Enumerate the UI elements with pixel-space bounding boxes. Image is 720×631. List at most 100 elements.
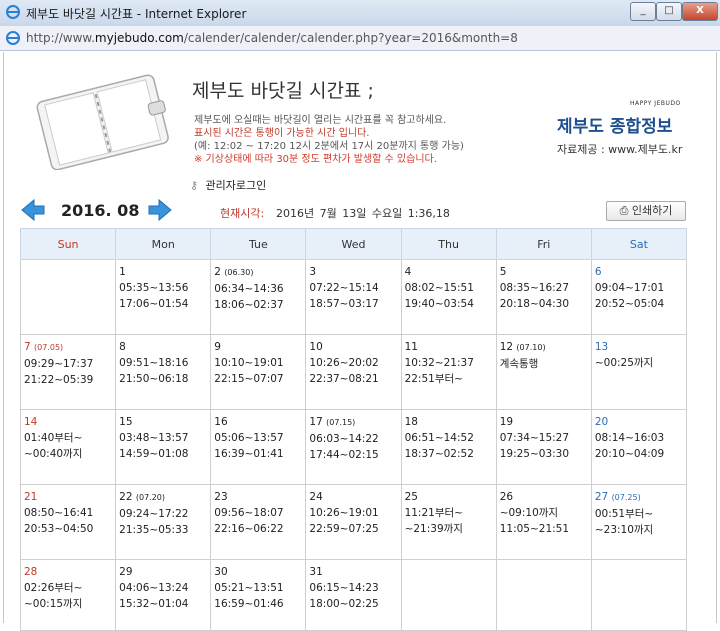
day-number-value: 2 <box>214 266 221 278</box>
day-number-value: 28 <box>24 566 38 578</box>
print-button[interactable]: ⎙ 인쇄하기 <box>606 201 686 221</box>
prev-month-arrow-icon[interactable] <box>20 198 46 222</box>
tide-calendar: Sun Mon Tue Wed Thu Fri Sat 1 05:35~13:56… <box>19 228 688 631</box>
day-number-value: 4 <box>404 266 412 278</box>
passage-time: ~00:40까지 <box>24 448 83 460</box>
calendar-day-cell: 6 09:04~17:01 20:52~05:04 <box>590 259 688 335</box>
calendar-day-cell <box>495 559 592 631</box>
page-title: 제부도 바닷길 시간표 ; <box>192 80 374 102</box>
brand-logo-text[interactable]: 제부도 종합정보 <box>557 112 672 137</box>
lunar-date: (07.25) <box>611 493 641 502</box>
maximize-button[interactable]: □ <box>656 2 682 21</box>
passage-time: 06:51~14:52 <box>404 432 474 444</box>
close-button[interactable]: X <box>682 2 718 21</box>
passage-time: 03:48~13:57 <box>119 432 189 444</box>
passage-time: 00:51부터~ <box>594 508 654 520</box>
calendar-week-row: 14 01:40부터~ ~00:40까지 15 03:48~13:57 14:59~01:… <box>19 409 688 485</box>
passage-time: 22:37~08:21 <box>309 373 379 385</box>
passage-time: ~00:15까지 <box>24 598 83 610</box>
passage-time: 10:10~19:01 <box>214 357 284 369</box>
calendar-day-cell: 26 ~09:10까지 11:05~21:51 <box>495 484 592 560</box>
passage-time: 09:24~17:22 <box>119 508 189 520</box>
day-number: 8 <box>119 339 207 355</box>
passage-time: 18:06~02:37 <box>214 299 284 311</box>
calendar-day-cell: 10 10:26~20:02 22:37~08:21 <box>305 334 402 410</box>
current-month: 2016. 08 <box>61 201 140 220</box>
passage-time: 18:57~03:17 <box>309 298 379 310</box>
calendar-day-cell: 19 07:34~15:27 19:25~03:30 <box>495 409 592 485</box>
calendar-day-cell: 27 (07.25) 00:51부터~ ~23:10까지 <box>590 484 688 560</box>
day-number-value: 31 <box>309 566 323 578</box>
minimize-button[interactable]: _ <box>630 2 656 21</box>
day-number-value: 21 <box>24 491 38 503</box>
calendar-day-cell: 18 06:51~14:52 18:37~02:52 <box>400 409 497 485</box>
passage-time: 17:06~01:54 <box>119 298 189 310</box>
weekday-wed: Wed <box>305 228 402 260</box>
weekday-mon: Mon <box>115 228 212 260</box>
passage-time: ~21:39까지 <box>404 523 463 535</box>
passage-time: 10:26~19:01 <box>309 507 379 519</box>
day-number: 30 <box>214 564 302 580</box>
calendar-day-cell: 20 08:14~16:03 20:10~04:09 <box>590 409 688 485</box>
passage-time: 19:25~03:30 <box>499 448 570 460</box>
url-text[interactable]: http://www.myjebudo.com/calender/calende… <box>26 31 518 45</box>
day-number-value: 25 <box>404 491 418 503</box>
day-number: 10 <box>309 339 397 355</box>
passage-time: ~09:10까지 <box>499 507 559 519</box>
day-number-value: 11 <box>404 341 418 353</box>
passage-time: 14:59~01:08 <box>119 448 189 460</box>
passage-time: 09:29~17:37 <box>24 358 94 370</box>
day-number-value: 22 <box>119 491 133 503</box>
calendar-day-cell <box>19 259 117 335</box>
calendar-day-cell: 30 05:21~13:51 16:59~01:46 <box>210 559 307 631</box>
weekday-fri: Fri <box>495 228 592 260</box>
day-number: 23 <box>214 489 302 505</box>
day-number-value: 24 <box>309 491 323 503</box>
data-credit: 자료제공 : www.제부도.kr <box>557 143 683 156</box>
calendar-day-cell: 4 08:02~15:51 19:40~03:54 <box>400 259 497 335</box>
passage-time: 09:51~18:16 <box>119 357 189 369</box>
passage-time: 20:10~04:09 <box>594 448 665 460</box>
passage-time: 08:50~16:41 <box>24 507 94 519</box>
day-number-value: 18 <box>404 416 418 428</box>
calendar-day-cell <box>400 559 497 631</box>
day-number: 7 (07.05) <box>24 339 112 356</box>
passage-time: 11:21부터~ <box>404 507 463 519</box>
day-number: 18 <box>405 414 493 430</box>
calendar-day-cell: 15 03:48~13:57 14:59~01:08 <box>115 409 212 485</box>
day-number: 3 <box>309 264 397 280</box>
day-number: 24 <box>309 489 397 505</box>
lunar-date: (07.10) <box>516 343 546 352</box>
passage-time: 05:06~13:57 <box>214 432 284 444</box>
day-number: 6 <box>595 264 683 280</box>
day-number-value: 14 <box>24 416 38 428</box>
passage-time: 22:51부터~ <box>404 373 463 385</box>
passage-time: 22:59~07:25 <box>309 523 379 535</box>
day-number: 21 <box>24 489 112 505</box>
calendar-week-row: 28 02:26부터~ ~00:15까지 29 04:06~13:24 15:32~01:… <box>19 559 688 631</box>
day-number-value: 19 <box>499 416 514 428</box>
calendar-day-cell: 17 (07.15) 06:03~14:22 17:44~02:15 <box>305 409 402 485</box>
calendar-day-cell: 9 10:10~19:01 22:15~07:07 <box>210 334 307 410</box>
passage-time: 06:34~14:36 <box>214 283 284 295</box>
passage-time: 17:44~02:15 <box>309 449 379 461</box>
calendar-day-cell: 31 06:15~14:23 18:00~02:25 <box>305 559 402 631</box>
passage-time: ~23:10까지 <box>594 524 654 536</box>
calendar-day-cell: 1 05:35~13:56 17:06~01:54 <box>115 259 212 335</box>
address-bar[interactable]: http://www.myjebudo.com/calender/calende… <box>0 26 720 51</box>
day-number: 4 <box>405 264 493 280</box>
calendar-day-cell: 21 08:50~16:41 20:53~04:50 <box>19 484 117 560</box>
calendar-day-cell: 13 ~00:25까지 <box>590 334 688 410</box>
admin-login-link[interactable]: ⚷ 관리자로그인 <box>190 177 266 193</box>
day-number: 5 <box>500 264 588 280</box>
day-number: 19 <box>500 414 588 430</box>
happy-jebudo-tag: HAPPY JEBUDO <box>630 100 681 107</box>
day-number-value: 15 <box>119 416 133 428</box>
notice-line-4: ※ 기상상태에 따라 30분 정도 편차가 발생할 수 있습니다. <box>194 154 437 165</box>
next-month-arrow-icon[interactable] <box>147 198 173 222</box>
current-time-value: 2016년 7월 13일 수요일 1:36,18 <box>276 207 450 220</box>
passage-time: 07:34~15:27 <box>499 432 570 444</box>
day-number-value: 8 <box>119 341 126 353</box>
day-number: 11 <box>405 339 493 355</box>
calendar-day-cell: 8 09:51~18:16 21:50~06:18 <box>115 334 212 410</box>
